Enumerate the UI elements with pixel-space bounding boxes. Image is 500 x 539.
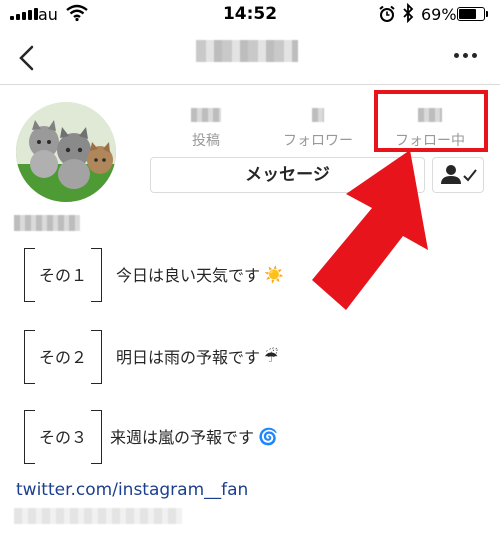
- bio-line: その２ 明日は雨の予報です ☔: [24, 330, 279, 384]
- avatar[interactable]: [16, 102, 116, 202]
- bio-tag: その３: [24, 410, 102, 464]
- bio-text: 今日は良い天気です: [116, 266, 261, 285]
- bio-text: 明日は雨の予報です: [116, 348, 261, 367]
- bluetooth-icon: [402, 2, 414, 27]
- bio-line: その３ 来週は嵐の予報です 🌀: [24, 410, 278, 464]
- bio-text: 来週は嵐の予報です: [110, 428, 255, 447]
- more-icon[interactable]: [454, 53, 484, 59]
- back-icon[interactable]: [14, 42, 42, 74]
- username-title: [196, 40, 298, 62]
- bio-tag: その２: [24, 330, 102, 384]
- bio-line: その１ 今日は良い天気です ☀️: [24, 248, 284, 302]
- posts-stat: 投稿: [186, 108, 226, 150]
- status-bar: au 14:52 69%: [0, 0, 500, 30]
- posts-count: [191, 108, 221, 122]
- display-name: [14, 215, 80, 231]
- battery-fill: [459, 9, 476, 19]
- alarm-icon: [378, 5, 396, 27]
- profile-link[interactable]: twitter.com/instagram__fan: [16, 480, 248, 500]
- posts-label: 投稿: [192, 133, 220, 149]
- battery-icon: [457, 7, 488, 21]
- blurred-footer-text: [14, 508, 182, 524]
- umbrella-icon: ☔: [264, 346, 279, 366]
- kitten-photo: [16, 102, 116, 202]
- bio-tag: その１: [24, 248, 102, 302]
- battery-percent: 69%: [421, 5, 457, 24]
- followers-count: [312, 108, 324, 122]
- cyclone-icon: 🌀: [258, 426, 278, 446]
- sun-icon: ☀️: [264, 264, 284, 284]
- pointer-arrow: [312, 150, 428, 310]
